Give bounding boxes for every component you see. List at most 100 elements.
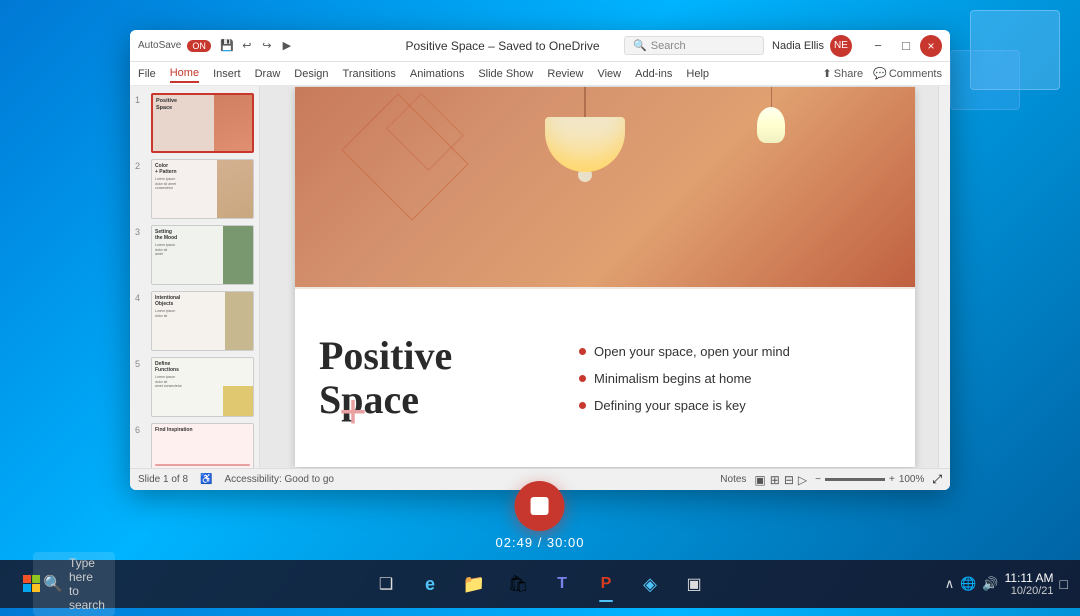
slide-title-area: Positive Space + xyxy=(319,309,539,447)
taskview-button[interactable]: ❑ xyxy=(366,564,406,604)
teams-app-icon[interactable]: T xyxy=(542,564,582,604)
slide-preview-1: PositiveSpace xyxy=(151,93,254,153)
zoom-level: 100% xyxy=(899,474,925,485)
tab-review[interactable]: Review xyxy=(547,66,583,82)
system-icons: ∧ 🌐 🔊 xyxy=(945,576,999,592)
slide-thumb-1[interactable]: 1 PositiveSpace xyxy=(130,90,259,156)
slide-number-6: 6 xyxy=(135,425,147,435)
slide-bullets: Open your space, open your mind Minimali… xyxy=(559,309,891,447)
slide-thumb-3[interactable]: 3 Settingthe Mood Lorem ipsumdolor sitam… xyxy=(130,222,259,288)
bullet-text-1: Open your space, open your mind xyxy=(594,344,790,359)
recording-bar: 02:49 / 30:00 xyxy=(496,481,585,550)
tab-addins[interactable]: Add-ins xyxy=(635,66,672,82)
stop-recording-button[interactable] xyxy=(515,481,565,531)
slide-number-2: 2 xyxy=(135,161,147,171)
window-title: Positive Space – Saved to OneDrive xyxy=(381,39,624,53)
terminal-app-icon[interactable]: ▣ xyxy=(674,564,714,604)
taskview-icon: ❑ xyxy=(379,574,393,594)
slide-panel[interactable]: 1 PositiveSpace 2 Color xyxy=(130,86,260,468)
slide-preview-2: Color+ Pattern Lorem ipsumdolor sit amet… xyxy=(151,159,254,219)
store-icon: 🛍 xyxy=(508,574,528,594)
slide-number-1: 1 xyxy=(135,95,147,105)
ppt-body: 1 PositiveSpace 2 Color xyxy=(130,86,950,468)
slide-thumb-5[interactable]: 5 DefineFunctions Lorem ipsumdolor sitam… xyxy=(130,354,259,420)
zoom-controls: − + 100% xyxy=(815,474,924,485)
tab-view[interactable]: View xyxy=(597,66,621,82)
slide-content-area: Positive Space + Open your space, open y… xyxy=(295,289,915,467)
grid-view-icon[interactable]: ⊞ xyxy=(770,473,780,487)
save-icon[interactable]: 💾 xyxy=(219,38,235,54)
recording-timer: 02:49 / 30:00 xyxy=(496,535,585,550)
edge2-app-icon[interactable]: ◈ xyxy=(630,564,670,604)
present-icon[interactable]: ▶ xyxy=(279,38,295,54)
taskbar-search-box[interactable]: 🔍 Type here to search xyxy=(33,552,115,616)
system-clock[interactable]: 11:11 AM 10/20/21 xyxy=(1005,571,1054,597)
tab-file[interactable]: File xyxy=(138,66,156,82)
minimize-button[interactable]: − xyxy=(864,35,892,57)
tab-draw[interactable]: Draw xyxy=(255,66,281,82)
tab-home[interactable]: Home xyxy=(170,65,199,83)
tab-design[interactable]: Design xyxy=(294,66,328,82)
slide-thumb-4[interactable]: 4 IntentionalObjects Lorem ipsumdolor si… xyxy=(130,288,259,354)
ribbon-actions: ⬆ Share 💬 Comments xyxy=(823,67,942,80)
slide-plus-symbol: + xyxy=(339,389,367,437)
slide-preview-3: Settingthe Mood Lorem ipsumdolor sitamet xyxy=(151,225,254,285)
lamp-pendant xyxy=(545,87,625,182)
search-icon-taskbar: 🔍 xyxy=(43,574,63,594)
undo-icon[interactable]: ↩ xyxy=(239,38,255,54)
notification-icon[interactable]: □ xyxy=(1060,576,1068,592)
search-icon: 🔍 xyxy=(633,39,647,52)
title-bar: AutoSave ON 💾 ↩ ↪ ▶ Positive Space – Sav… xyxy=(130,30,950,62)
network-icon[interactable]: 🌐 xyxy=(960,576,976,592)
redo-icon[interactable]: ↪ xyxy=(259,38,275,54)
win-panel-2 xyxy=(950,50,1020,110)
terminal-icon: ▣ xyxy=(686,574,701,594)
search-placeholder: Search xyxy=(651,40,686,52)
tab-transitions[interactable]: Transitions xyxy=(343,66,396,82)
search-button-taskbar[interactable]: 🔍 Type here to search xyxy=(54,564,94,604)
zoom-out-icon[interactable]: − xyxy=(815,474,821,485)
comments-button[interactable]: 💬 Comments xyxy=(873,67,942,80)
slide-number-3: 3 xyxy=(135,227,147,237)
store-app-icon[interactable]: 🛍 xyxy=(498,564,538,604)
slide-thumb-6[interactable]: 6 Find Inspiration xyxy=(130,420,259,468)
zoom-in-icon[interactable]: + xyxy=(889,474,895,485)
slide-preview-6: Find Inspiration xyxy=(151,423,254,468)
autosave-toggle[interactable]: ON xyxy=(187,40,211,52)
share-icon: ⬆ xyxy=(823,67,832,80)
reading-view-icon[interactable]: ⊟ xyxy=(784,473,794,487)
tab-animations[interactable]: Animations xyxy=(410,66,464,82)
slide-thumb-2[interactable]: 2 Color+ Pattern Lorem ipsumdolor sit am… xyxy=(130,156,259,222)
search-bar[interactable]: 🔍 Search xyxy=(624,36,764,55)
tab-slideshow[interactable]: Slide Show xyxy=(478,66,533,82)
bullet-text-3: Defining your space is key xyxy=(594,398,746,413)
ribbon-tabs: File Home Insert Draw Design Transitions… xyxy=(130,62,950,86)
slide-scrollbar[interactable] xyxy=(938,86,950,468)
powerpoint-app-icon[interactable]: P xyxy=(586,564,626,604)
explorer-app-icon[interactable]: 📁 xyxy=(454,564,494,604)
slide-preview-4: IntentionalObjects Lorem ipsumdolor sit xyxy=(151,291,254,351)
quick-access-toolbar: 💾 ↩ ↪ ▶ xyxy=(219,38,295,54)
tab-help[interactable]: Help xyxy=(686,66,709,82)
presenter-view-icon[interactable]: ▷ xyxy=(798,473,807,487)
bullet-3: Defining your space is key xyxy=(579,398,891,413)
window-controls: − □ × xyxy=(864,35,942,57)
bullet-dot-1 xyxy=(579,348,586,355)
comments-icon: 💬 xyxy=(873,67,887,80)
edge-icon: e xyxy=(425,574,435,595)
user-avatar[interactable]: NE xyxy=(830,35,852,57)
normal-view-icon[interactable]: ▣ xyxy=(754,473,765,487)
close-button[interactable]: × xyxy=(920,35,942,57)
chevron-up-icon[interactable]: ∧ xyxy=(945,576,955,592)
slide-preview-5: DefineFunctions Lorem ipsumdolor sitamet… xyxy=(151,357,254,417)
edge-app-icon[interactable]: e xyxy=(410,564,450,604)
notes-button[interactable]: Notes xyxy=(720,474,746,485)
fit-slide-icon[interactable]: ⤢ xyxy=(932,472,942,487)
volume-icon[interactable]: 🔊 xyxy=(982,576,998,592)
maximize-button[interactable]: □ xyxy=(892,35,920,57)
bullet-2: Minimalism begins at home xyxy=(579,371,891,386)
tab-insert[interactable]: Insert xyxy=(213,66,241,82)
share-button[interactable]: ⬆ Share xyxy=(823,67,864,80)
powerpoint-window: AutoSave ON 💾 ↩ ↪ ▶ Positive Space – Sav… xyxy=(130,30,950,490)
zoom-slider[interactable] xyxy=(825,478,885,481)
